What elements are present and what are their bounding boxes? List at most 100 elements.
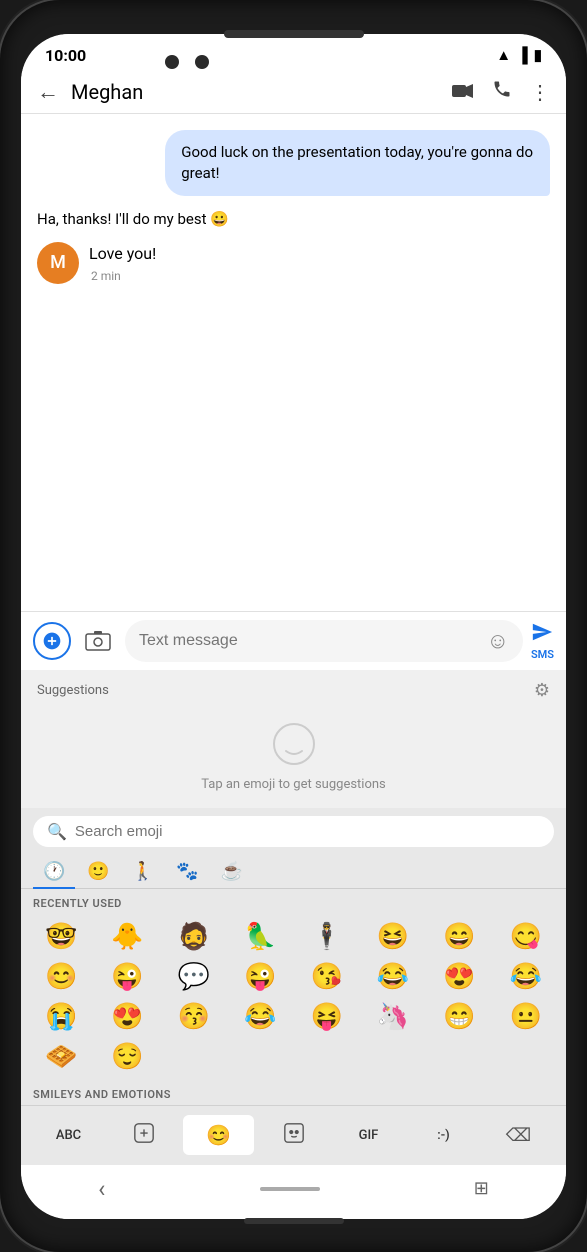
nav-back-button[interactable]: ‹ — [98, 1175, 105, 1203]
emoji-blush[interactable]: 😊 — [29, 958, 93, 996]
emoji-search-box[interactable]: 🔍 — [33, 816, 554, 847]
photo-button[interactable] — [79, 622, 117, 660]
more-options-button[interactable]: ⋮ — [530, 80, 550, 104]
suggestions-label: Suggestions — [37, 683, 109, 698]
sms-label: SMS — [531, 648, 554, 661]
delete-button[interactable]: ⌫ — [483, 1117, 554, 1154]
emoji-search-input[interactable] — [75, 823, 540, 840]
emoji-kiss[interactable]: 😘 — [295, 958, 359, 996]
emoji-heart-eyes2[interactable]: 😍 — [95, 998, 159, 1036]
sent-message-bubble: Good luck on the presentation today, you… — [165, 130, 550, 196]
gif-button[interactable]: GIF — [333, 1120, 404, 1151]
nav-bar: ‹ ⊞ — [21, 1165, 566, 1219]
emoji-relieved[interactable]: 😌 — [95, 1038, 159, 1076]
keyboard-bottom-bar: ABC 😊 — [21, 1105, 566, 1165]
back-button[interactable]: ← — [37, 79, 59, 105]
tab-smiley[interactable]: 🙂 — [77, 855, 119, 888]
video-call-button[interactable] — [452, 80, 474, 104]
emoji-wink-tongue[interactable]: 😜 — [228, 958, 292, 996]
emoji-chick[interactable]: 🐥 — [95, 918, 159, 956]
emoji-nerd[interactable]: 🤓 — [29, 918, 93, 956]
sticker-button[interactable] — [108, 1114, 179, 1157]
emoji-stuck-out[interactable]: 😝 — [295, 998, 359, 1036]
emoji-kiss2[interactable]: 😚 — [162, 998, 226, 1036]
header-actions: ⋮ — [452, 79, 550, 104]
camera-left — [165, 55, 179, 69]
emoji-heart-eyes[interactable]: 😍 — [427, 958, 491, 996]
tab-food[interactable]: ☕ — [211, 855, 253, 888]
suggestions-hint-text: Tap an emoji to get suggestions — [201, 777, 386, 792]
received-message-text-2: Love you! — [89, 242, 156, 265]
chat-area: Good luck on the presentation today, you… — [21, 114, 566, 611]
message-time: 2 min — [89, 269, 156, 283]
abc-button[interactable]: ABC — [33, 1120, 104, 1151]
send-sms-button[interactable]: SMS — [531, 621, 554, 661]
emoji-grinning[interactable]: 😄 — [427, 918, 491, 956]
emoji-squinting[interactable]: 😆 — [361, 918, 425, 956]
search-icon: 🔍 — [47, 822, 67, 841]
emoji-unicorn[interactable]: 🦄 — [361, 998, 425, 1036]
emoji-laughing[interactable]: 😂 — [361, 958, 425, 996]
emoji-search-row: 🔍 — [21, 808, 566, 855]
tab-recent[interactable]: 🕐 — [33, 855, 75, 888]
emoji-grin[interactable]: 😁 — [427, 998, 491, 1036]
phone-call-button[interactable] — [492, 79, 512, 104]
phone-top-bezel — [224, 30, 364, 38]
camera-right — [195, 55, 209, 69]
status-bar: 10:00 ▲ ▐ ▮ — [21, 34, 566, 71]
emoji-keyboard-icon: 😊 — [206, 1123, 231, 1147]
received-message-text-1: Ha, thanks! I'll do my best 😀 — [37, 208, 229, 230]
phone-screen: 10:00 ▲ ▐ ▮ ← Meghan — [21, 34, 566, 1219]
smileys-label: SMILEYS AND EMOTIONS — [21, 1080, 566, 1105]
add-content-button[interactable] — [33, 622, 71, 660]
app-header: ← Meghan ⋮ — [21, 71, 566, 114]
kaomoji-icon — [283, 1122, 305, 1149]
tab-nature[interactable]: 🐾 — [166, 855, 208, 888]
emoji-picker-button[interactable]: ☺ — [486, 628, 508, 654]
emoji-suited[interactable]: 🕴 — [295, 918, 359, 956]
emoji-joy[interactable]: 😂 — [494, 958, 558, 996]
contact-name: Meghan — [71, 80, 440, 104]
emoji-neutral[interactable]: 😐 — [494, 998, 558, 1036]
suggestions-settings-button[interactable]: ⚙ — [534, 680, 550, 701]
emoji-tongue[interactable]: 😜 — [95, 958, 159, 996]
emoji-parrot[interactable]: 🦜 — [228, 918, 292, 956]
emoji-keyboard: 🔍 🕐 🙂 🚶 🐾 ☕ RECENTLY USED 🤓 🐥 🧔 🦜 🕴 — [21, 808, 566, 1165]
emoji-crying[interactable]: 😭 — [29, 998, 93, 1036]
received-message-content-2: Love you! 2 min — [89, 242, 156, 283]
tab-person[interactable]: 🚶 — [122, 855, 164, 888]
phone-frame: 10:00 ▲ ▐ ▮ ← Meghan — [0, 0, 587, 1252]
emoji-waffle[interactable]: 🧇 — [29, 1038, 93, 1076]
gif-label: GIF — [359, 1128, 379, 1143]
nav-recents-button[interactable]: ⊞ — [474, 1178, 489, 1199]
suggestions-content: Tap an emoji to get suggestions — [21, 711, 566, 808]
sticker-icon — [133, 1122, 155, 1149]
signal-icon: ▐ — [517, 46, 528, 64]
received-message-row-1: Ha, thanks! I'll do my best 😀 — [37, 208, 550, 230]
phone-bottom-pill — [244, 1218, 344, 1224]
text-face-button[interactable]: :-) — [408, 1120, 479, 1151]
nav-home-pill[interactable] — [260, 1187, 320, 1191]
emoji-speech[interactable]: 💬 — [162, 958, 226, 996]
wifi-icon: ▲ — [496, 46, 511, 64]
emoji-yum[interactable]: 😋 — [494, 918, 558, 956]
text-face-label: :-) — [437, 1128, 449, 1143]
message-input-area: ☺ SMS — [21, 611, 566, 670]
abc-label: ABC — [56, 1128, 81, 1143]
emoji-beard[interactable]: 🧔 — [162, 918, 226, 956]
emoji-keyboard-button[interactable]: 😊 — [183, 1115, 254, 1155]
battery-icon: ▮ — [534, 46, 542, 64]
contact-avatar: M — [37, 242, 79, 284]
emoji-category-tabs: 🕐 🙂 🚶 🐾 ☕ — [21, 855, 566, 889]
message-input-box[interactable]: ☺ — [125, 620, 523, 662]
recently-used-label: RECENTLY USED — [21, 889, 566, 914]
status-time: 10:00 — [45, 46, 86, 65]
received-message-row-2: M Love you! 2 min — [37, 242, 550, 284]
kaomoji-button[interactable] — [258, 1114, 329, 1157]
send-arrow-icon — [531, 621, 553, 648]
suggestions-bar: Suggestions ⚙ — [21, 670, 566, 711]
message-text-input[interactable] — [139, 632, 478, 650]
emoji-joy2[interactable]: 😂 — [228, 998, 292, 1036]
status-icons: ▲ ▐ ▮ — [496, 46, 542, 64]
smiley-face-icon — [269, 719, 319, 769]
